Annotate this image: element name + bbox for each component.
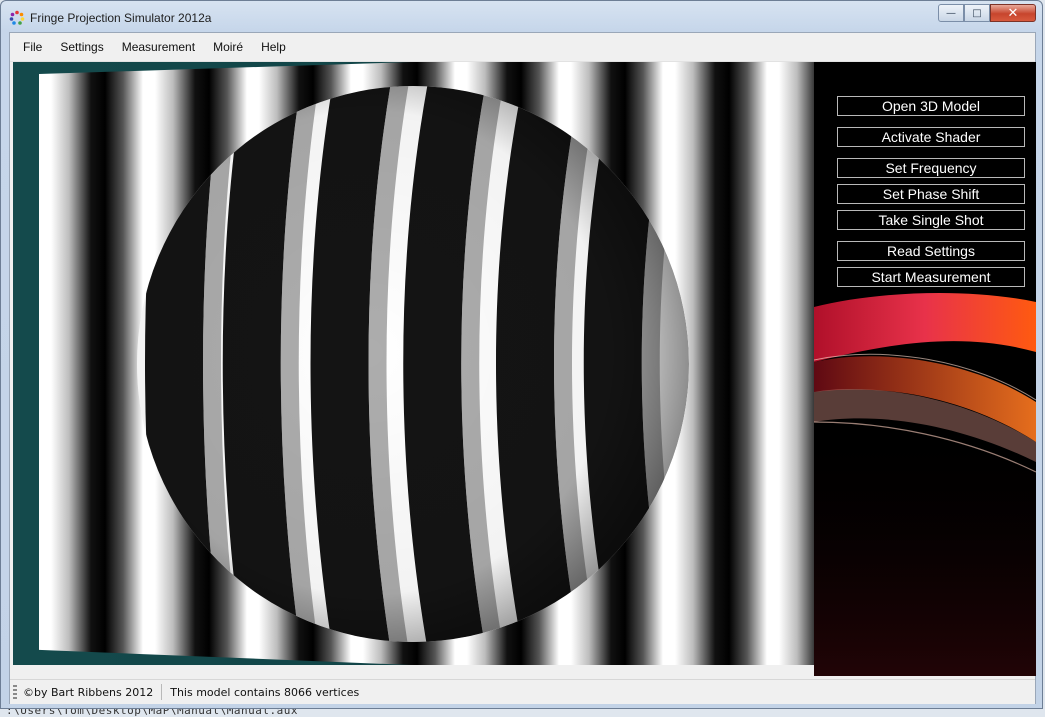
client-area: File Settings Measurement Moiré Help Ope… xyxy=(9,32,1036,704)
3d-viewport[interactable] xyxy=(13,62,814,665)
maximize-button[interactable]: □ xyxy=(964,4,990,22)
title-bar[interactable]: Fringe Projection Simulator 2012a — □ ✕ xyxy=(1,1,1042,32)
app-window: Fringe Projection Simulator 2012a — □ ✕ … xyxy=(0,0,1043,709)
window-title: Fringe Projection Simulator 2012a xyxy=(30,11,212,25)
red-swoosh-background xyxy=(814,62,1036,676)
read-settings-button[interactable]: Read Settings xyxy=(837,241,1025,261)
status-grip-icon xyxy=(13,685,17,699)
status-bar: ©by Bart Ribbens 2012 This model contain… xyxy=(10,679,1035,704)
menu-help[interactable]: Help xyxy=(252,33,295,61)
close-button[interactable]: ✕ xyxy=(990,4,1036,22)
activate-shader-button[interactable]: Activate Shader xyxy=(837,127,1025,147)
take-single-shot-button[interactable]: Take Single Shot xyxy=(837,210,1025,230)
control-panel: Open 3D Model Activate Shader Set Freque… xyxy=(814,62,1036,676)
menu-measurement[interactable]: Measurement xyxy=(113,33,204,61)
app-color-wheel-icon xyxy=(9,10,25,25)
menu-file[interactable]: File xyxy=(10,33,51,61)
menu-settings[interactable]: Settings xyxy=(51,33,112,61)
status-separator xyxy=(161,684,163,700)
menu-bar: File Settings Measurement Moiré Help xyxy=(10,33,1035,62)
fringe-sphere xyxy=(137,86,689,642)
minimize-button[interactable]: — xyxy=(938,4,964,22)
status-copyright: ©by Bart Ribbens 2012 xyxy=(23,685,154,699)
status-vertex-count: This model contains 8066 vertices xyxy=(170,685,360,699)
set-frequency-button[interactable]: Set Frequency xyxy=(837,158,1025,178)
menu-moire[interactable]: Moiré xyxy=(204,33,252,61)
set-phase-shift-button[interactable]: Set Phase Shift xyxy=(837,184,1025,204)
start-measurement-button[interactable]: Start Measurement xyxy=(837,267,1025,287)
open-3d-model-button[interactable]: Open 3D Model xyxy=(837,96,1025,116)
